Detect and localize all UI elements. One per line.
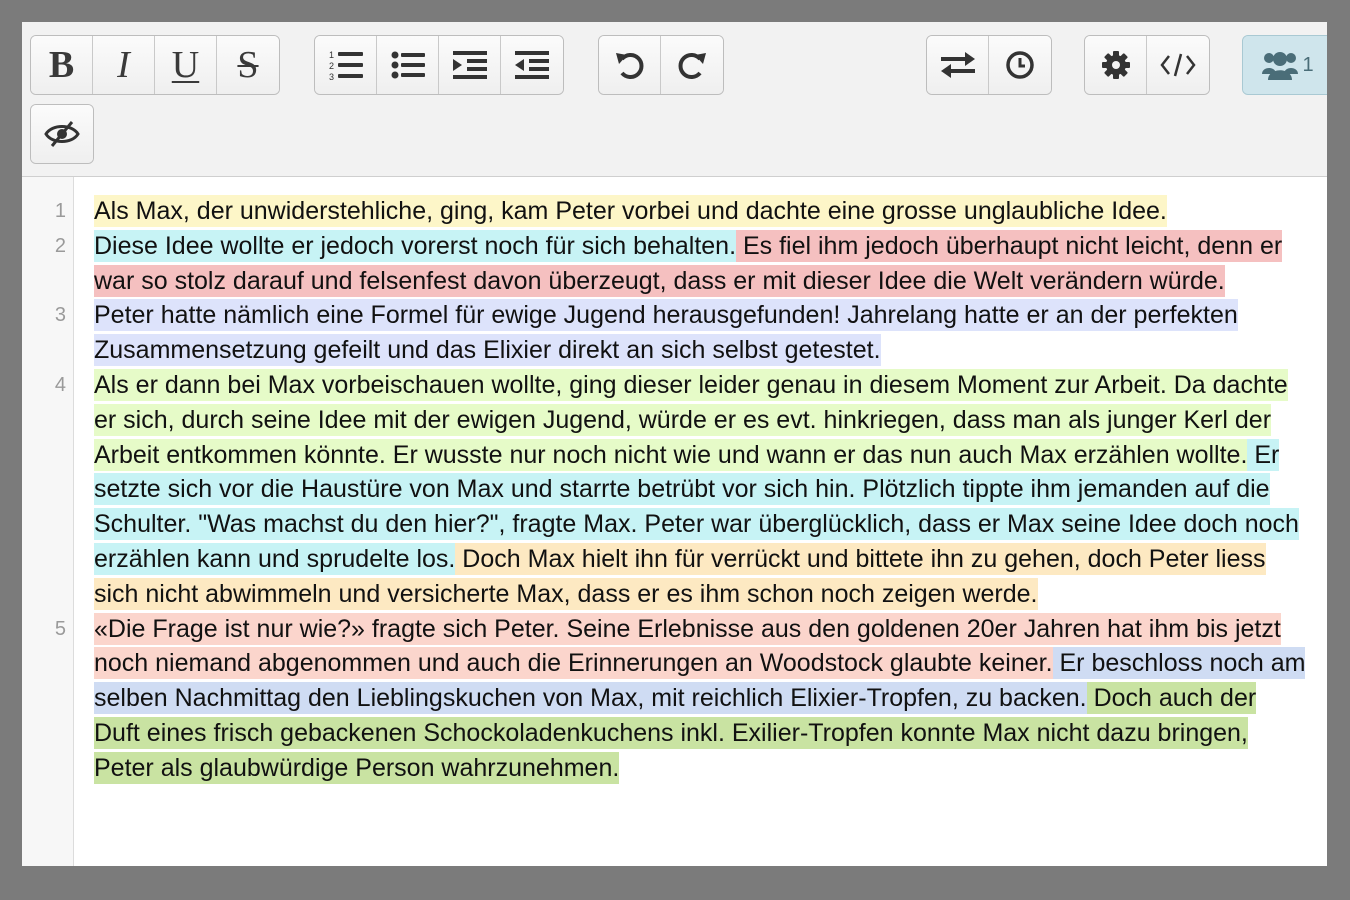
line-number: 4 bbox=[54, 374, 66, 396]
format-button-group: B I U S bbox=[30, 35, 280, 95]
paragraph: Diese Idee wollte er jedoch vorerst noch… bbox=[94, 229, 1306, 299]
svg-text:2: 2 bbox=[329, 61, 334, 71]
bold-button[interactable]: B bbox=[31, 36, 93, 94]
visibility-button-group bbox=[30, 104, 94, 164]
strikethrough-button[interactable]: S bbox=[217, 36, 279, 94]
users-button[interactable]: 1 bbox=[1243, 36, 1327, 94]
italic-button[interactable]: I bbox=[93, 36, 155, 94]
eye-slash-icon bbox=[44, 121, 80, 147]
toolbar: B I U S 1 2 3 1 bbox=[22, 22, 1327, 177]
outdent-icon bbox=[515, 51, 549, 79]
unordered-list-icon bbox=[391, 51, 425, 79]
swap-button[interactable] bbox=[927, 36, 989, 94]
ordered-list-button[interactable]: 1 2 3 bbox=[315, 36, 377, 94]
redo-button[interactable] bbox=[661, 36, 723, 94]
italic-icon: I bbox=[117, 44, 130, 86]
source-code-button[interactable] bbox=[1147, 36, 1209, 94]
line-number: 2 bbox=[54, 235, 66, 257]
strikethrough-icon: S bbox=[237, 44, 259, 86]
line-number: 5 bbox=[54, 618, 66, 640]
ordered-list-icon: 1 2 3 bbox=[329, 50, 363, 81]
outdent-button[interactable] bbox=[501, 36, 563, 94]
undo-button[interactable] bbox=[599, 36, 661, 94]
redo-icon bbox=[678, 53, 706, 79]
list-button-group: 1 2 3 bbox=[314, 35, 564, 95]
line-number: 3 bbox=[54, 304, 66, 326]
sync-button-group bbox=[926, 35, 1052, 95]
paragraph: «Die Frage ist nur wie?» fragte sich Pet… bbox=[94, 612, 1306, 786]
author-highlight-segment: Peter hatte nämlich eine Formel für ewig… bbox=[94, 299, 1238, 367]
indent-button[interactable] bbox=[439, 36, 501, 94]
author-highlight-segment: Als er dann bei Max vorbeischauen wollte… bbox=[94, 368, 1288, 471]
author-highlight-segment: Diese Idee wollte er jedoch vorerst noch… bbox=[94, 229, 737, 262]
svg-text:3: 3 bbox=[329, 72, 334, 81]
paragraph: Peter hatte nämlich eine Formel für ewig… bbox=[94, 298, 1306, 368]
document-content[interactable]: Als Max, der unwiderstehliche, ging, kam… bbox=[94, 194, 1306, 786]
author-highlight-segment: Als Max, der unwiderstehliche, ging, kam… bbox=[94, 195, 1167, 227]
settings-button-group bbox=[1084, 35, 1210, 95]
underline-icon: U bbox=[171, 44, 200, 86]
history-button[interactable] bbox=[989, 36, 1051, 94]
line-number: 1 bbox=[54, 200, 66, 222]
users-count: 1 bbox=[1302, 53, 1314, 76]
code-icon bbox=[1160, 53, 1196, 77]
swap-arrows-icon bbox=[940, 52, 975, 78]
undo-icon bbox=[615, 53, 643, 79]
paragraph: Als er dann bei Max vorbeischauen wollte… bbox=[94, 368, 1306, 612]
clock-icon bbox=[1006, 51, 1034, 79]
bold-icon: B bbox=[48, 44, 75, 86]
settings-button[interactable] bbox=[1085, 36, 1147, 94]
users-button-group: 1 bbox=[1242, 35, 1327, 95]
editor-window: B I U S 1 2 3 1 1 2 3 4 5 Als Max, der u… bbox=[22, 22, 1327, 866]
paragraph: Als Max, der unwiderstehliche, ging, kam… bbox=[94, 194, 1306, 229]
toggle-visibility-button[interactable] bbox=[31, 105, 93, 163]
unordered-list-button[interactable] bbox=[377, 36, 439, 94]
users-icon bbox=[1262, 52, 1299, 80]
line-number-gutter: 1 2 3 4 5 bbox=[22, 177, 74, 866]
gear-icon bbox=[1101, 51, 1130, 79]
indent-icon bbox=[452, 51, 487, 79]
history-button-group bbox=[598, 35, 724, 95]
svg-text:1: 1 bbox=[329, 50, 334, 60]
underline-button[interactable]: U bbox=[155, 36, 217, 94]
